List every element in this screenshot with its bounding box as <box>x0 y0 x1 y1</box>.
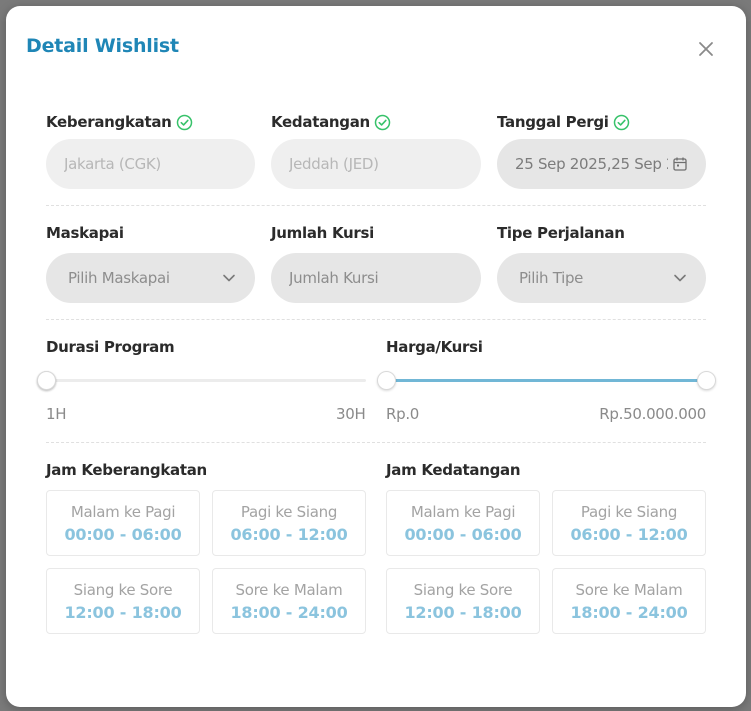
duration-slider-track[interactable] <box>46 379 366 382</box>
price-slider-max-handle[interactable] <box>696 371 716 390</box>
check-circle-icon <box>176 114 193 131</box>
departure-slot-noon-afternoon[interactable]: Siang ke Sore 12:00 - 18:00 <box>46 568 200 634</box>
departure-slot-night-morning[interactable]: Malam ke Pagi 00:00 - 06:00 <box>46 490 200 556</box>
trip-type-field-label: Tipe Perjalanan <box>497 224 625 242</box>
calendar-icon[interactable] <box>672 156 688 172</box>
chevron-down-icon <box>221 270 237 286</box>
wishlist-detail-modal: Detail Wishlist Keberangkatan Jakarta (C… <box>6 6 746 707</box>
chevron-down-icon <box>672 270 688 286</box>
arrival-slot-morning-noon[interactable]: Pagi ke Siang 06:00 - 12:00 <box>552 490 706 556</box>
section-divider <box>46 205 706 206</box>
price-min-label: Rp.0 <box>386 405 420 423</box>
duration-min-label: 1H <box>46 405 67 423</box>
duration-slider-max-handle[interactable] <box>36 371 56 390</box>
section-divider <box>46 442 706 443</box>
seats-field-label: Jumlah Kursi <box>271 224 374 242</box>
departure-slot-morning-noon[interactable]: Pagi ke Siang 06:00 - 12:00 <box>212 490 366 556</box>
airline-field-label: Maskapai <box>46 224 124 242</box>
arrival-field-label: Kedatangan <box>271 113 391 131</box>
trip-type-select[interactable]: Pilih Tipe <box>497 253 706 303</box>
modal-title: Detail Wishlist <box>26 35 179 57</box>
price-label: Harga/Kursi <box>386 338 483 356</box>
arrival-input[interactable]: Jeddah (JED) <box>271 139 481 189</box>
section-divider <box>46 319 706 320</box>
date-field-label: Tanggal Pergi <box>497 113 630 131</box>
check-circle-icon <box>613 114 630 131</box>
close-icon <box>699 42 713 56</box>
departure-slot-afternoon-night[interactable]: Sore ke Malam 18:00 - 24:00 <box>212 568 366 634</box>
duration-max-label: 30H <box>336 405 366 423</box>
check-circle-icon <box>374 114 391 131</box>
price-slider-min-handle[interactable] <box>376 371 396 390</box>
duration-label: Durasi Program <box>46 338 175 356</box>
departure-input[interactable]: Jakarta (CGK) <box>46 139 255 189</box>
arrival-slot-afternoon-night[interactable]: Sore ke Malam 18:00 - 24:00 <box>552 568 706 634</box>
departure-field-label: Keberangkatan <box>46 113 193 131</box>
seats-input[interactable]: Jumlah Kursi <box>271 253 481 303</box>
airline-select[interactable]: Pilih Maskapai <box>46 253 255 303</box>
close-button[interactable] <box>694 37 718 61</box>
price-slider-fill <box>386 379 706 382</box>
arrival-slot-noon-afternoon[interactable]: Siang ke Sore 12:00 - 18:00 <box>386 568 540 634</box>
price-max-label: Rp.50.000.000 <box>599 405 706 423</box>
arrival-slot-night-morning[interactable]: Malam ke Pagi 00:00 - 06:00 <box>386 490 540 556</box>
date-input[interactable]: 25 Sep 2025,25 Sep 2025 <box>497 139 706 189</box>
arrival-time-label: Jam Kedatangan <box>386 461 521 479</box>
departure-time-label: Jam Keberangkatan <box>46 461 207 479</box>
